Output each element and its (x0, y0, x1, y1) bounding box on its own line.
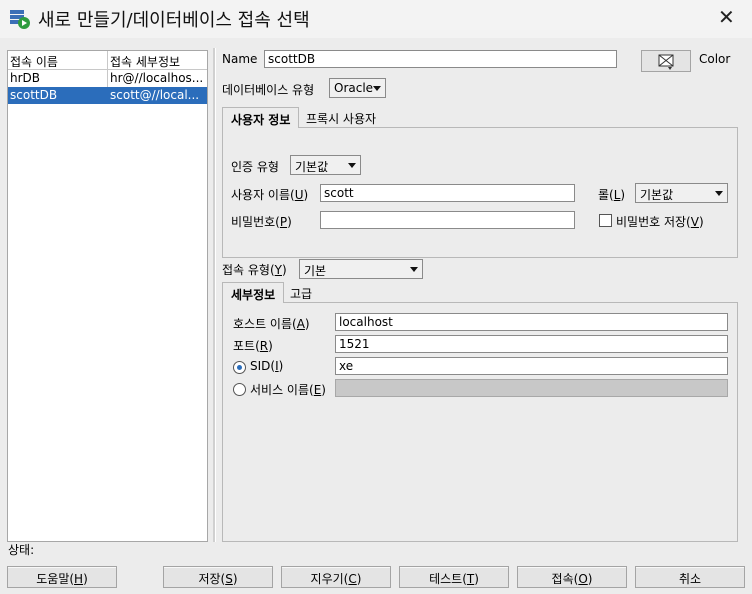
help-label-end: ) (83, 572, 88, 586)
save-mnemonic: S (225, 572, 233, 586)
service-name-label-end: ) (321, 383, 326, 397)
conn-type-label-text: 접속 유형( (222, 263, 275, 277)
sid-radio[interactable] (233, 361, 246, 374)
service-name-label[interactable]: 서비스 이름(E) (250, 381, 326, 398)
list-item[interactable]: scottDB scott@//local... (8, 87, 207, 104)
test-label-end: ) (474, 572, 479, 586)
name-label: Name (222, 52, 258, 66)
database-connection-icon (9, 8, 31, 30)
conn-type-label: 접속 유형(Y) (222, 261, 287, 278)
connection-name: hrDB (10, 71, 41, 85)
port-label-text: 포트( (233, 339, 260, 353)
connect-label-end: ) (587, 572, 593, 586)
connection-name: scottDB (10, 88, 58, 102)
chevron-down-icon (410, 267, 418, 272)
db-type-label: 데이터베이스 유형 (222, 83, 315, 97)
help-label: 도움말( (36, 572, 75, 586)
close-icon[interactable]: ✕ (718, 6, 735, 28)
service-name-input (335, 379, 728, 397)
service-name-label-text: 서비스 이름( (250, 383, 314, 397)
port-label: 포트(R) (233, 337, 273, 354)
hostname-label: 호스트 이름(A) (233, 315, 310, 332)
chevron-down-icon (715, 191, 723, 196)
column-header-connection-name[interactable]: 접속 이름 (10, 53, 58, 70)
db-type-value: Oracle (334, 81, 374, 95)
sid-label-text: SID( (250, 359, 276, 373)
connection-details: scott@//local... (110, 88, 200, 102)
port-label-end: ) (268, 339, 273, 353)
hostname-mnemonic: A (296, 317, 305, 331)
password-label: 비밀번호(P) (231, 213, 292, 230)
auth-type-label: 인증 유형 (231, 160, 279, 174)
column-header-connection-details[interactable]: 접속 세부정보 (110, 53, 180, 70)
test-button[interactable]: 테스트(T) (399, 566, 509, 588)
help-button[interactable]: 도움말(H) (7, 566, 117, 588)
save-password-label-end: ) (698, 215, 704, 229)
role-select[interactable]: 기본값 (635, 183, 728, 203)
auth-type-value: 기본값 (295, 160, 329, 174)
username-label: 사용자 이름(U) (231, 186, 308, 203)
color-swatch-icon (658, 54, 674, 70)
role-value: 기본값 (640, 188, 674, 202)
connection-details: hr@//localhos... (110, 71, 204, 85)
name-input[interactable]: scottDB (264, 50, 617, 68)
tab-advanced[interactable]: 고급 (282, 282, 320, 303)
role-label: 롤(L) (598, 186, 625, 203)
username-label-text: 사용자 이름( (231, 188, 295, 202)
save-password-mnemonic: V (690, 215, 699, 229)
conn-type-label-end: ) (282, 263, 287, 277)
window-title: 새로 만들기/데이터베이스 접속 선택 (38, 10, 310, 31)
conn-type-select[interactable]: 기본 (299, 259, 423, 279)
connect-button[interactable]: 접속(O) (517, 566, 627, 588)
save-password-label-text: 비밀번호 저장( (616, 215, 691, 229)
save-password-checkbox[interactable] (599, 214, 612, 227)
color-button[interactable] (641, 50, 691, 72)
connect-label: 접속( (551, 572, 579, 586)
save-button[interactable]: 저장(S) (163, 566, 273, 588)
chevron-down-icon (373, 86, 381, 91)
clear-label: 지우기( (310, 572, 349, 586)
test-label: 테스트( (429, 572, 467, 586)
chevron-down-icon (348, 163, 356, 168)
clear-label-end: ) (356, 572, 362, 586)
save-password-label[interactable]: 비밀번호 저장(V) (616, 213, 704, 230)
username-input[interactable]: scott (320, 184, 575, 202)
splitter[interactable] (213, 48, 216, 542)
db-type-select[interactable]: Oracle (329, 78, 386, 98)
username-label-end: ) (303, 188, 309, 202)
save-label: 저장( (198, 572, 226, 586)
conn-type-value: 기본 (304, 264, 327, 278)
password-mnemonic: P (279, 215, 288, 229)
tab-user-info[interactable]: 사용자 정보 (222, 107, 300, 128)
service-name-radio[interactable] (233, 383, 246, 396)
cancel-button[interactable]: 취소 (635, 566, 745, 588)
tab-proxy-user[interactable]: 프록시 사용자 (298, 107, 384, 128)
connect-mnemonic: O (578, 572, 588, 586)
clear-button[interactable]: 지우기(C) (281, 566, 391, 588)
hostname-label-text: 호스트 이름( (233, 317, 297, 331)
tab-details[interactable]: 세부정보 (222, 282, 285, 303)
username-mnemonic: U (294, 188, 304, 202)
hostname-label-end: ) (304, 317, 310, 331)
port-input[interactable]: 1521 (335, 335, 728, 353)
list-item[interactable]: hrDB hr@//localhos... (8, 70, 207, 87)
conn-type-mnemonic: Y (274, 263, 283, 277)
connection-list[interactable]: 접속 이름 접속 세부정보 hrDB hr@//localhos... scot… (7, 50, 208, 542)
hostname-input[interactable]: localhost (335, 313, 728, 331)
status-label: 상태: (8, 543, 35, 557)
sid-input[interactable]: xe (335, 357, 728, 375)
role-label-end: ) (620, 188, 626, 202)
role-label-text: 롤( (598, 188, 614, 202)
sid-label-end: ) (278, 359, 284, 373)
auth-type-select[interactable]: 기본값 (290, 155, 361, 175)
port-mnemonic: R (259, 339, 269, 353)
color-label: Color (699, 52, 731, 66)
save-label-end: ) (232, 572, 238, 586)
clear-mnemonic: C (348, 572, 357, 586)
password-input[interactable] (320, 211, 575, 229)
password-label-text: 비밀번호( (231, 215, 280, 229)
sid-label[interactable]: SID(I) (250, 359, 283, 373)
password-label-end: ) (287, 215, 292, 229)
help-mnemonic: H (74, 572, 84, 586)
